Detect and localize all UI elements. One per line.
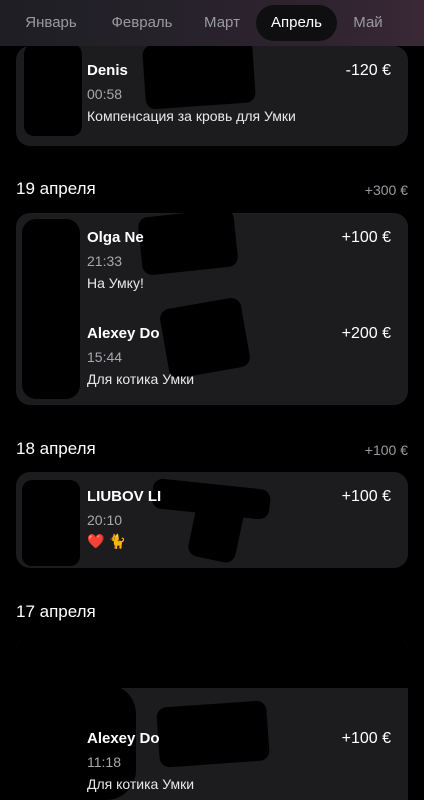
date-header: 17 апреля [16,602,96,621]
transaction-row[interactable]: Alexey Do 11:18 Для котика Умки +100 € [16,700,408,800]
tab-january[interactable]: Январь [16,5,86,41]
transaction-description: На Умку! [87,275,144,291]
transaction-card: Alexey Do 11:18 Для котика Умки +100 € [16,636,408,800]
redaction-mark [156,700,270,768]
month-tab-bar: Январь Февраль Март Апрель Май [0,0,424,46]
transaction-card: Denis 00:58 Компенсация за кровь для Умк… [16,46,408,146]
tab-february[interactable]: Февраль [102,5,182,41]
sender-name: Olga Ne [87,229,144,246]
transaction-amount: -120 € [345,62,391,79]
tab-march[interactable]: Март [196,5,248,41]
redaction-mark [186,497,246,565]
transaction-amount: +100 € [341,488,391,505]
transaction-row[interactable]: LIUBOV LI 20:10 ❤️ 🐈 +100 € [16,476,408,568]
transaction-time: 21:33 [87,253,123,269]
transaction-description: Для котика Умки [87,776,195,792]
transaction-description: Компенсация за кровь для Умки [87,108,296,124]
sender-name: LIUBOV LI [87,488,162,505]
tab-april[interactable]: Апрель [256,5,337,41]
redaction-mark [16,636,408,688]
transaction-description: ❤️ 🐈 [87,534,127,550]
transaction-card: LIUBOV LI 20:10 ❤️ 🐈 +100 € [16,472,408,568]
sender-name: Alexey Do [87,325,160,342]
avatar [24,46,82,136]
avatar [22,480,80,566]
transaction-description: Для котика Умки [87,371,195,387]
date-header: 18 апреля [16,439,96,458]
transaction-time: 11:18 [87,754,121,770]
transaction-time: 20:10 [87,512,123,528]
transaction-row[interactable]: Alexey Do 15:44 Для котика Умки +200 € [16,296,408,405]
transaction-card: Olga Ne 21:33 На Умку! +100 € Alexey Do … [16,213,408,405]
date-total: +100 € [364,442,408,458]
transaction-amount: +100 € [341,229,391,246]
tab-may[interactable]: Май [348,5,388,41]
transaction-time: 00:58 [87,86,123,102]
transaction-amount: +100 € [341,730,391,747]
sender-name: Alexey Do [87,730,160,747]
transaction-amount: +200 € [341,325,391,342]
date-header: 19 апреля [16,179,96,198]
redaction-mark [141,46,257,110]
redaction-mark [137,213,239,276]
sender-name: Denis [87,62,128,79]
redaction-mark [158,296,252,380]
transaction-row[interactable]: Olga Ne 21:33 На Умку! +100 € [16,213,408,399]
date-total: +300 € [364,182,408,198]
transaction-row[interactable]: Denis 00:58 Компенсация за кровь для Умк… [16,46,408,146]
transaction-time: 15:44 [87,349,123,365]
